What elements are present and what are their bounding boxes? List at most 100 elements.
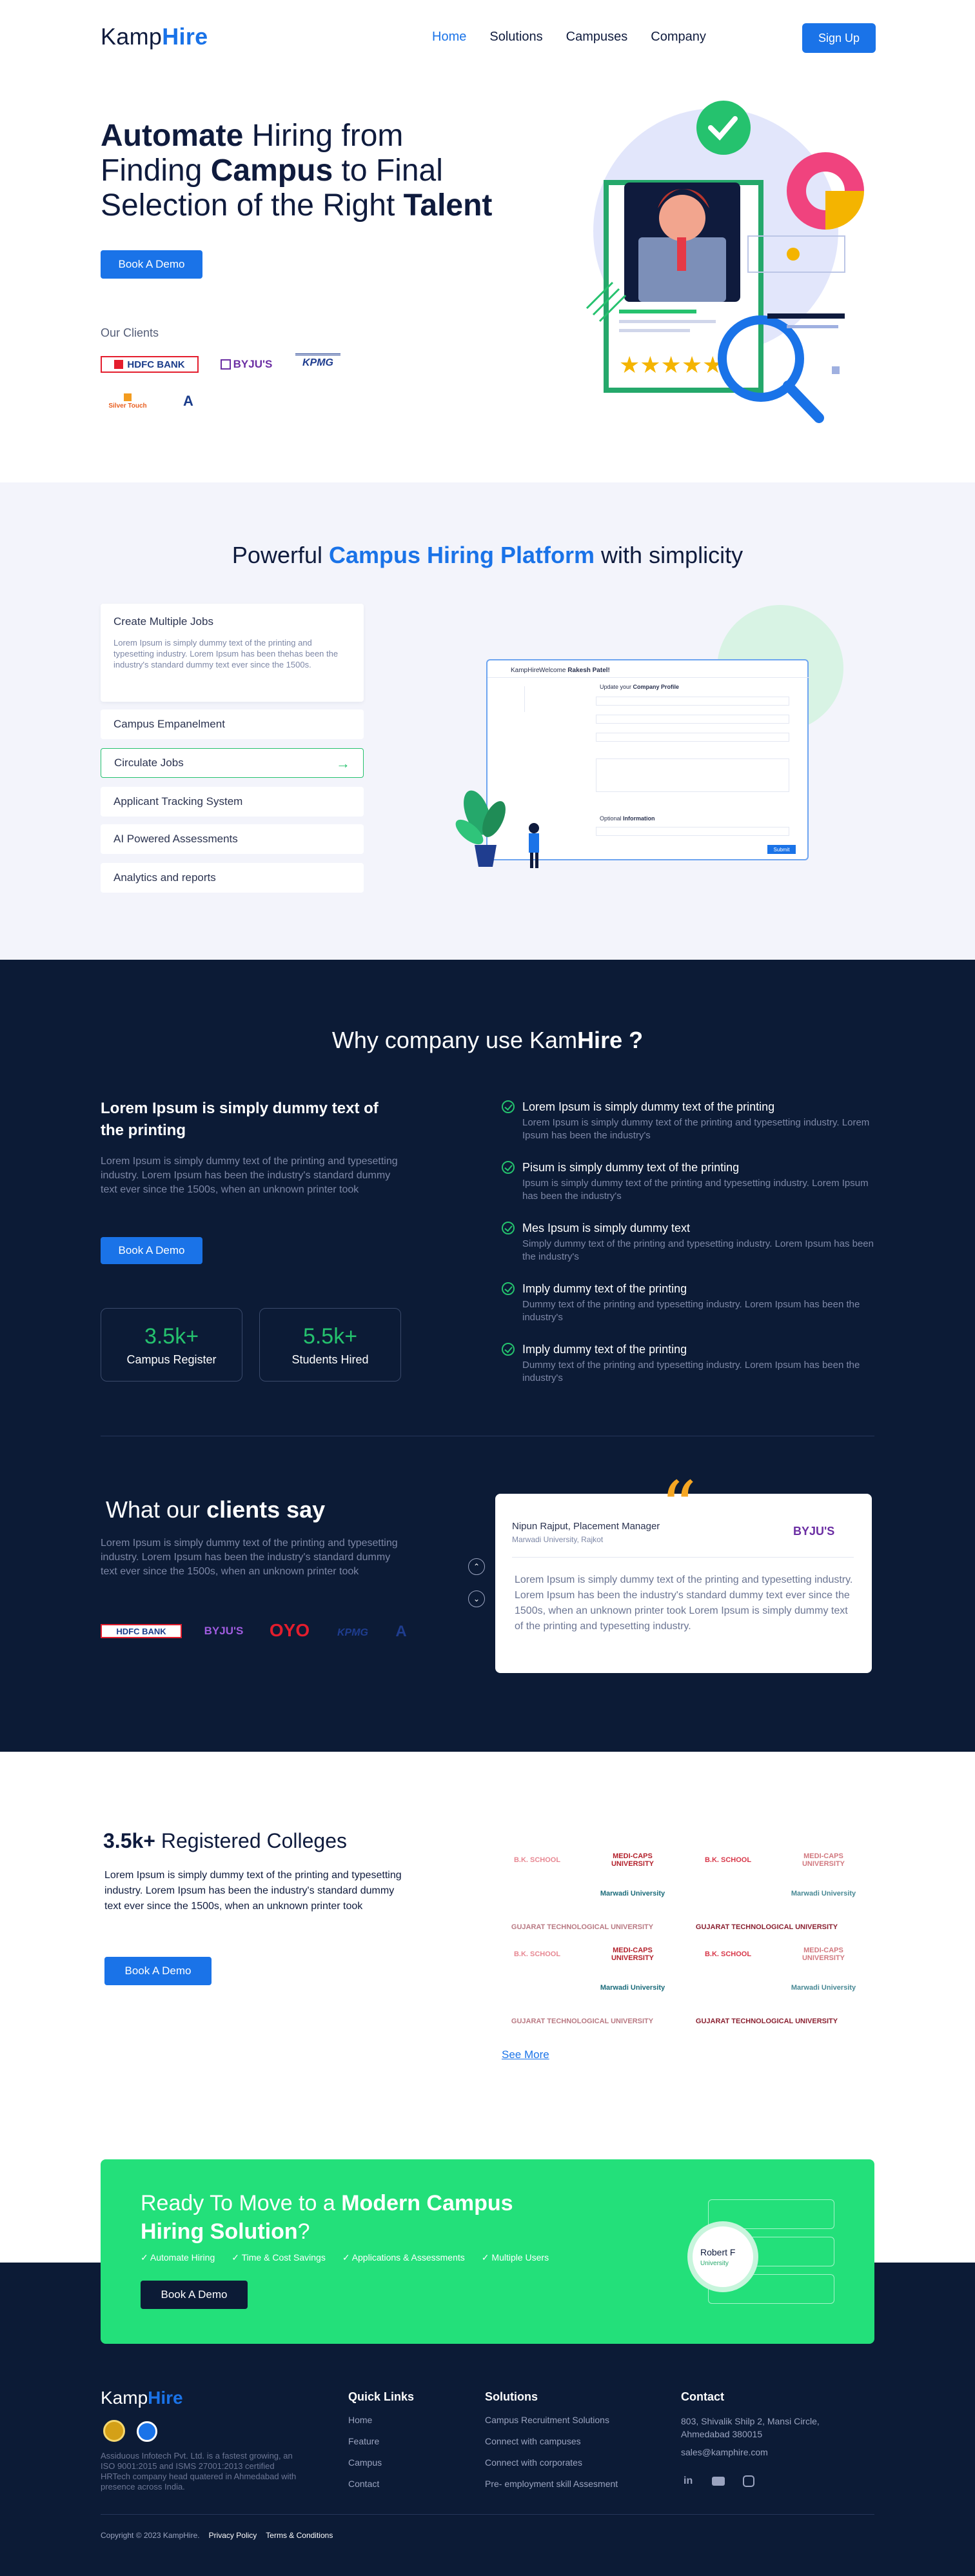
clients-say-text: Lorem Ipsum is simply dummy text of the … [101, 1538, 398, 1577]
feature-item[interactable]: AI Powered Assessments [101, 824, 364, 854]
mockup-optional-b: Information [623, 815, 655, 822]
why-demo-button[interactable]: Book A Demo [101, 1237, 202, 1264]
cta-t2: ? [297, 2219, 310, 2244]
college-logo: Marwadi University [600, 1984, 665, 1992]
colleges-title-text: Registered Colleges [155, 1829, 348, 1852]
client-byjus-text: BYJU'S [233, 358, 273, 370]
stat-label: Students Hired [291, 1353, 369, 1366]
client-logo-kpmg: KPMG [295, 353, 340, 370]
college-logo: MEDI-CAPS UNIVERSITY [802, 1852, 845, 1868]
signup-button[interactable]: Sign Up [802, 23, 876, 53]
nav-campuses[interactable]: Campuses [566, 30, 628, 45]
card-divider [512, 1557, 854, 1558]
footer-link[interactable]: Connect with corporates [485, 2457, 582, 2468]
nav-solutions[interactable]: Solutions [489, 30, 542, 45]
chevron-down-icon[interactable]: ⌄ [468, 1590, 485, 1607]
page: KampHire Home Solutions Campuses Company… [0, 0, 975, 2576]
why-title-b: Kam [529, 1027, 578, 1053]
chevron-up-icon[interactable]: ⌃ [468, 1558, 485, 1575]
logo[interactable]: KampHire [101, 23, 208, 50]
hero-t2: Finding [101, 154, 211, 188]
cta-demo-button[interactable]: Book A Demo [141, 2281, 248, 2309]
hero-title: Automate Hiring from Finding Campus to F… [101, 119, 565, 223]
why-point: Imply dummy text of the printing Dummy te… [502, 1282, 876, 1324]
feature-card-title: Create Multiple Jobs [113, 615, 213, 628]
footer-desc: Assiduous Infotech Pvt. Ltd. is a fastes… [101, 2451, 297, 2492]
college-logo: GUJARAT TECHNOLOGICAL UNIVERSITY [511, 2017, 654, 2025]
cta-feature-text: Time & Cost Savings [241, 2252, 326, 2263]
colleges-demo-button[interactable]: Book A Demo [104, 1957, 212, 1985]
cta-features: ✓ Automate Hiring ✓ Time & Cost Savings … [141, 2252, 549, 2263]
college-logo: GUJARAT TECHNOLOGICAL UNIVERSITY [511, 1923, 654, 1931]
platform-title-c: with simplicity [595, 542, 744, 568]
hero-t2b: Campus [210, 154, 333, 188]
footer-link[interactable]: Campus Recruitment Solutions [485, 2415, 609, 2425]
hero-illustration: ★★★★★ [586, 101, 864, 423]
cta-card-sub: University [700, 2260, 729, 2267]
nav-home[interactable]: Home [432, 30, 466, 45]
feature-item[interactable]: Campus Empanelment [101, 709, 364, 739]
cta-feature-text: Multiple Users [491, 2252, 549, 2263]
cta-banner: Ready To Move to a Modern Campus Hiring S… [101, 2159, 874, 2344]
college-logo: B.K. SCHOOL [513, 1856, 561, 1864]
cta-t2b: Hiring Solution [141, 2219, 298, 2244]
footer-link[interactable]: Pre- employment skill Assesment [485, 2479, 618, 2489]
why-point-title: Mes Ipsum is simply dummy text [522, 1222, 691, 1234]
logo-text-a: Kamp [101, 23, 162, 50]
linkedin-icon[interactable]: in [684, 2475, 693, 2487]
footer-logo[interactable]: KampHire [101, 2388, 183, 2408]
mockup-welcome-name: Rakesh Patel! [567, 667, 610, 674]
college-logo: B.K. SCHOOL [513, 1950, 561, 1958]
stat-value: 5.5k+ [302, 1324, 358, 1349]
cta-feature: ✓ Time & Cost Savings [231, 2252, 326, 2263]
footer-link[interactable]: Contact [348, 2479, 379, 2489]
why-point-title: Pisum is simply dummy text of the printi… [522, 1161, 740, 1174]
cta-title: Ready To Move to a Modern Campus Hiring S… [141, 2189, 605, 2246]
footer-bottom: Copyright © 2023 KampHire. Privacy Polic… [101, 2531, 333, 2540]
reviewer-org: Marwadi University, Rajkot [512, 1535, 604, 1544]
college-logo: GUJARAT TECHNOLOGICAL UNIVERSITY [695, 1923, 838, 1931]
clients-say-title: What our clients say [106, 1496, 325, 1523]
feature-item[interactable]: Applicant Tracking System [101, 787, 364, 817]
hero-t1b: Automate [101, 119, 244, 153]
footer-email[interactable]: sales@kamphire.com [681, 2447, 768, 2457]
college-logo-grid: B.K. SCHOOL MEDI-CAPS UNIVERSITY B.K. SC… [502, 1847, 869, 2034]
why-text: Lorem Ipsum is simply dummy text of the … [101, 1156, 398, 1195]
hero-demo-button[interactable]: Book A Demo [101, 250, 202, 279]
clients-say-logo-hdfc: HDFC BANK [101, 1624, 182, 1638]
privacy-link[interactable]: Privacy Policy [209, 2531, 257, 2540]
footer-link[interactable]: Campus [348, 2457, 382, 2468]
why-point-desc: Simply dummy text of the printing and ty… [522, 1238, 874, 1262]
check-icon [502, 1100, 515, 1113]
client-silvertouch-text: Silver Touch [108, 402, 147, 410]
why-point: Lorem Ipsum is simply dummy text of the … [502, 1100, 876, 1142]
arrow-right-icon: → [336, 755, 350, 771]
footer-logo-a: Kamp [101, 2388, 148, 2408]
feature-card-expanded[interactable]: Create Multiple Jobs Lorem Ipsum is simp… [101, 604, 364, 702]
youtube-icon[interactable] [712, 2477, 725, 2486]
feature-item[interactable]: Analytics and reports [101, 863, 364, 893]
nav-company[interactable]: Company [651, 30, 706, 45]
why-title: Why company use KamHire ? [0, 1027, 975, 1054]
mockup-update: Update your Company Profile [600, 684, 679, 690]
footer-link[interactable]: Connect with campuses [485, 2436, 581, 2446]
footer-link[interactable]: Home [348, 2415, 372, 2425]
main-nav: Home Solutions Campuses Company [432, 30, 706, 45]
college-logo: B.K. SCHOOL [704, 1856, 752, 1864]
feature-item-active[interactable]: Circulate Jobs → [101, 748, 364, 778]
colleges-title: 3.5k+ Registered Colleges [103, 1829, 347, 1853]
why-point: Pisum is simply dummy text of the printi… [502, 1161, 876, 1203]
see-more-link[interactable]: See More [502, 2048, 549, 2061]
instagram-icon[interactable] [743, 2475, 754, 2487]
footer-divider [101, 2514, 874, 2515]
platform-title: Powerful Campus Hiring Platform with sim… [0, 542, 975, 569]
why-point-title: Lorem Ipsum is simply dummy text of the … [522, 1100, 775, 1113]
why-point-title: Imply dummy text of the printing [522, 1343, 687, 1356]
client-logo-hdfc: HDFC BANK [101, 356, 199, 373]
why-title-a: Why company use [331, 1027, 530, 1053]
footer-link[interactable]: Feature [348, 2436, 379, 2446]
colleges-text: Lorem Ipsum is simply dummy text of the … [104, 1870, 402, 1912]
clients-say-logo-kpmg: KPMG [337, 1627, 368, 1638]
terms-link[interactable]: Terms & Conditions [266, 2531, 333, 2540]
client-logo-byjus: BYJU'S [215, 356, 277, 373]
